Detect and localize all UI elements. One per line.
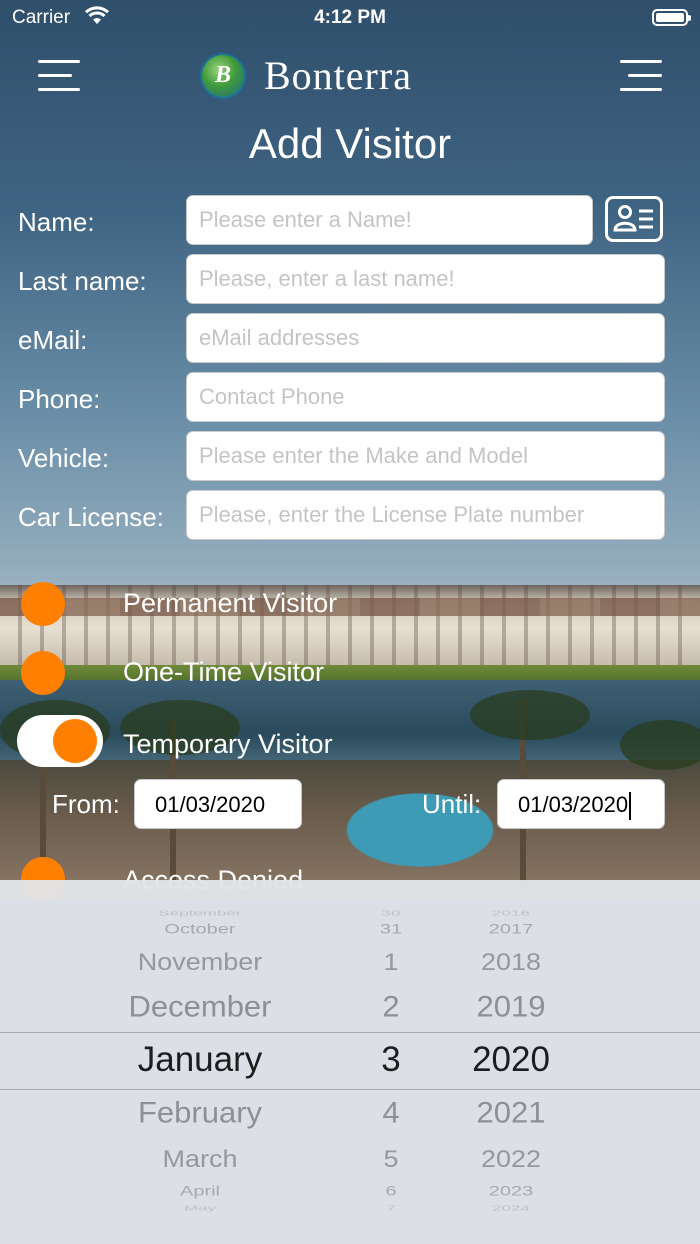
email-label: eMail:: [18, 325, 88, 355]
picker-month-item[interactable]: April: [180, 1183, 220, 1199]
clock: 4:12 PM: [314, 7, 386, 28]
picker-month-item[interactable]: September: [158, 908, 241, 917]
name-label: Name:: [18, 207, 95, 237]
picker-year-item[interactable]: 2017: [489, 921, 534, 937]
picker-day-item[interactable]: 6: [385, 1183, 396, 1199]
picker-day-item[interactable]: 2: [382, 990, 399, 1025]
page-title: Add Visitor: [248, 120, 452, 167]
picker-year-item[interactable]: 2020: [472, 1040, 550, 1080]
hamburger-icon: [38, 60, 80, 63]
last-name-row: Last name:: [0, 254, 700, 304]
date-picker[interactable]: September October November December January F…: [0, 880, 700, 1244]
car-license-label: Car License:: [18, 502, 164, 532]
phone-input[interactable]: [186, 372, 665, 422]
picker-month-item[interactable]: December: [129, 990, 272, 1025]
from-date-value: 01/03/2020: [155, 792, 266, 817]
picker-month-item[interactable]: March: [162, 1146, 237, 1173]
phone-row: Phone:: [0, 372, 700, 422]
until-label: Until:: [422, 789, 482, 819]
picker-month-item[interactable]: February: [138, 1096, 262, 1131]
option-label: One-Time Visitor: [123, 657, 325, 687]
until-date-value: 01/03/2020: [518, 792, 629, 817]
picker-day-item[interactable]: 4: [382, 1096, 399, 1131]
picker-day-item[interactable]: 31: [380, 921, 402, 937]
name-row: Name:: [0, 195, 700, 245]
last-name-label: Last name:: [18, 266, 147, 296]
picker-day-item[interactable]: 30: [382, 908, 401, 917]
option-label: Permanent Visitor: [123, 588, 338, 618]
right-menu-button[interactable]: [620, 60, 662, 92]
vehicle-row: Vehicle:: [0, 431, 700, 481]
picker-year-item[interactable]: 2021: [477, 1096, 546, 1131]
picker-year-item[interactable]: 2016: [492, 908, 530, 917]
picker-selection-band: [0, 1032, 700, 1090]
picker-day-item[interactable]: 5: [383, 1146, 398, 1173]
option-one-time-visitor[interactable]: One-Time Visitor: [0, 649, 700, 697]
car-license-row: Car License:: [0, 490, 700, 540]
radio-one-time-visitor[interactable]: [21, 651, 65, 695]
hamburger-icon: [620, 60, 662, 63]
battery-icon: [652, 9, 691, 26]
picker-year-item[interactable]: 2024: [492, 1203, 530, 1212]
phone-label: Phone:: [18, 384, 101, 414]
vehicle-input[interactable]: [186, 431, 665, 481]
picker-day-item[interactable]: 1: [383, 949, 398, 976]
option-label: Temporary Visitor: [123, 729, 333, 759]
from-label: From:: [52, 789, 120, 819]
email-input[interactable]: [186, 313, 665, 363]
logo-emblem: B: [200, 52, 246, 99]
picker-year-item[interactable]: 2022: [481, 1146, 541, 1173]
picker-month-item[interactable]: October: [164, 921, 235, 937]
until-date-field[interactable]: 01/03/2020: [497, 779, 665, 829]
picker-month-item[interactable]: January: [138, 1040, 263, 1080]
picker-day-item[interactable]: 3: [381, 1040, 400, 1080]
car-license-input[interactable]: [186, 490, 665, 540]
vehicle-label: Vehicle:: [18, 443, 110, 473]
picker-day-item[interactable]: 7: [386, 1203, 395, 1212]
brand-name: Bonterra: [264, 53, 412, 98]
option-permanent-visitor[interactable]: Permanent Visitor: [0, 580, 700, 628]
toggle-temporary-visitor[interactable]: [17, 715, 103, 767]
name-input[interactable]: [186, 195, 593, 245]
last-name-input[interactable]: [186, 254, 665, 304]
picker-month-item[interactable]: November: [138, 949, 263, 976]
text-caret: [629, 792, 632, 821]
radio-permanent-visitor[interactable]: [21, 582, 65, 626]
brand-logo: B Bonterra: [200, 52, 412, 99]
from-date-field[interactable]: 01/03/2020: [134, 779, 302, 829]
picker-year-item[interactable]: 2023: [489, 1183, 534, 1199]
picker-year-item[interactable]: 2018: [481, 949, 541, 976]
scan-id-button[interactable]: [605, 196, 663, 242]
id-card-icon: [613, 205, 653, 232]
picker-year-item[interactable]: 2019: [477, 990, 546, 1025]
status-bar: Carrier 4:12 PM: [0, 0, 700, 36]
left-menu-button[interactable]: [38, 60, 80, 92]
picker-month-item[interactable]: May: [184, 1203, 216, 1212]
option-temporary-visitor[interactable]: Temporary Visitor: [0, 715, 700, 767]
toggle-knob: [53, 719, 97, 763]
email-row: eMail:: [0, 313, 700, 363]
